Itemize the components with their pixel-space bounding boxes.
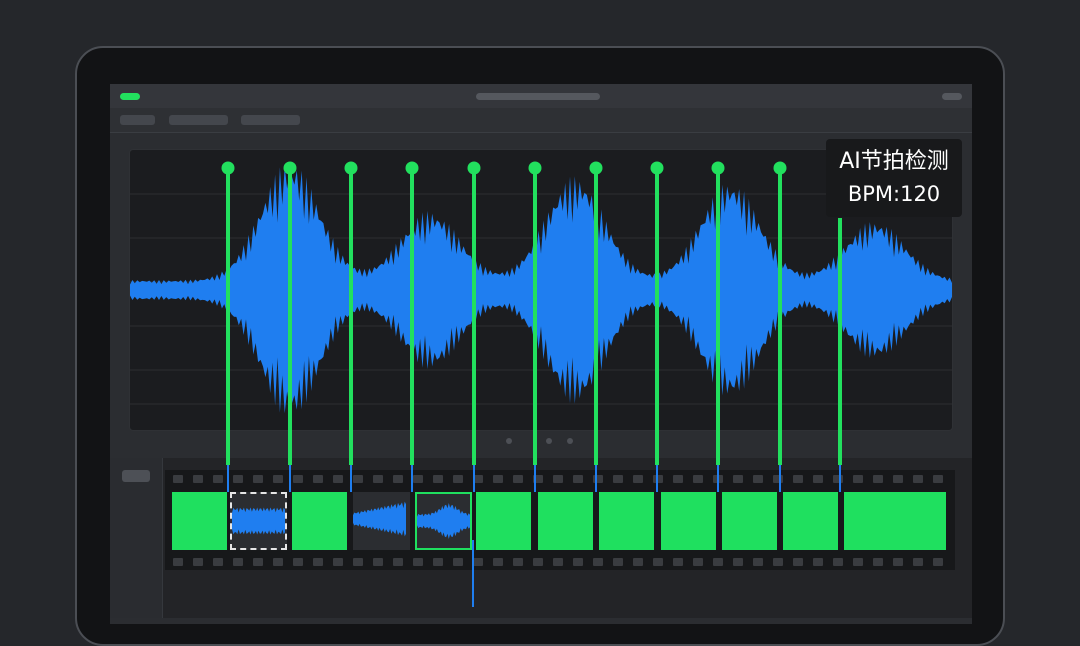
beat-marker-handle[interactable] (773, 161, 787, 175)
beat-marker-layer (221, 161, 842, 607)
beat-marker-handle[interactable] (221, 161, 235, 175)
badge-bpm: BPM:120 (847, 182, 941, 206)
beat-marker-handle[interactable] (283, 161, 297, 175)
ai-beat-detection-badge: AI节拍检测 BPM:120 (826, 139, 962, 217)
beat-marker-handle[interactable] (650, 161, 664, 175)
beat-marker-handle[interactable] (589, 161, 603, 175)
beat-marker-handle[interactable] (405, 161, 419, 175)
beat-marker-handle[interactable] (344, 161, 358, 175)
badge-title: AI节拍检测 (839, 149, 949, 174)
beat-marker-handle[interactable] (711, 161, 725, 175)
beat-marker-handle[interactable] (528, 161, 542, 175)
beat-marker-handle[interactable] (467, 161, 481, 175)
